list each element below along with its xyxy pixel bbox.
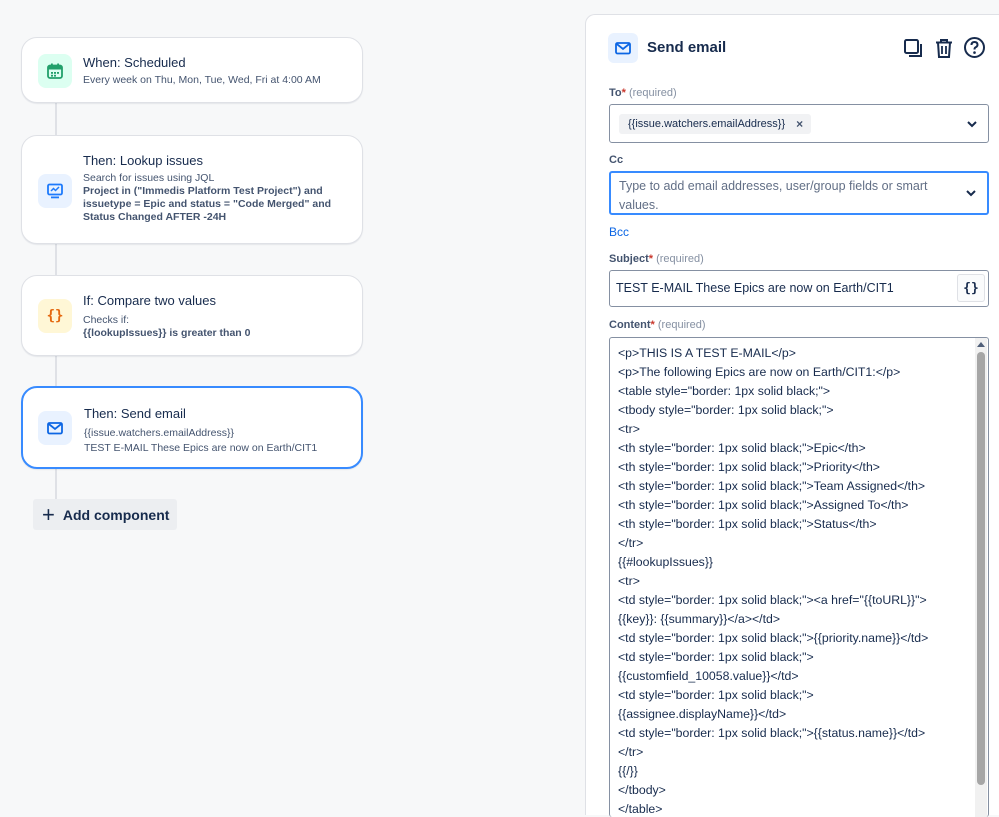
action-title: Then: Send email — [84, 406, 186, 421]
lookup-subtitle: Search for issues using JQL — [83, 172, 215, 184]
panel-title: Send email — [647, 39, 727, 56]
content-label: Content* (required) — [609, 319, 706, 331]
monitor-icon — [38, 174, 72, 208]
content-text: <p>THIS IS A TEST E-MAIL</p> <p>The follo… — [618, 344, 928, 817]
content-line: <td style="border: 1px solid black;"><a … — [618, 593, 927, 607]
content-line: <td style="border: 1px solid black;">{{s… — [618, 726, 926, 740]
required-hint: (required) — [656, 253, 704, 265]
content-line: <td style="border: 1px solid black;">{{p… — [618, 631, 929, 645]
to-label-text: To — [609, 87, 622, 99]
recipient-chip-label: {{issue.watchers.emailAddress}} — [628, 118, 786, 130]
content-line: <td style="border: 1px solid black;"> — [618, 650, 814, 664]
content-line: <th style="border: 1px solid black;">Ass… — [618, 498, 909, 512]
content-line: <th style="border: 1px solid black;">Tea… — [618, 479, 926, 493]
chevron-down-icon[interactable] — [966, 119, 978, 129]
condition-subtitle: Checks if: — [83, 314, 130, 326]
required-hint: (required) — [628, 87, 677, 99]
recipient-chip: {{issue.watchers.emailAddress}} × — [619, 114, 812, 134]
content-line: <tr> — [618, 574, 640, 588]
condition-expression: {{lookupIssues}} is greater than 0 — [83, 327, 251, 339]
content-line: <tr> — [618, 422, 640, 436]
cc-field[interactable]: Type to add email addresses, user/group … — [609, 171, 989, 215]
scrollbar-thumb[interactable] — [977, 352, 985, 785]
content-line: {{customfield_10058.value}}</td> — [618, 669, 799, 683]
remove-chip-icon[interactable]: × — [796, 117, 803, 131]
panel-header: Send email — [608, 33, 989, 65]
trash-icon[interactable] — [931, 35, 956, 60]
flow-connector — [55, 102, 57, 136]
required-mark: * — [648, 253, 654, 265]
content-line: {{key}}: {{summary}}</a></td> — [618, 612, 781, 626]
add-component-button[interactable]: + Add component — [33, 499, 177, 530]
content-line: </table> — [618, 802, 663, 816]
required-hint: (required) — [657, 319, 706, 331]
send-email-panel: Send email To* (required) {{issue.watche… — [585, 14, 999, 817]
content-scrollbar[interactable] — [975, 338, 987, 817]
plus-icon: + — [42, 501, 55, 527]
rule-flow: When: Scheduled Every week on Thu, Mon, … — [0, 0, 560, 815]
cc-placeholder: Type to add email addresses, user/group … — [619, 177, 947, 215]
action-subject: TEST E-MAIL These Epics are now on Earth… — [84, 442, 318, 454]
content-line: </tbody> — [618, 783, 666, 797]
lookup-issues-card[interactable]: Then: Lookup issues Search for issues us… — [21, 135, 363, 244]
panel-actions — [900, 35, 987, 60]
flow-connector — [55, 243, 57, 276]
subject-field[interactable]: TEST E-MAIL These Epics are now on Earth… — [609, 270, 989, 307]
content-line: <th style="border: 1px solid black;">Pri… — [618, 460, 880, 474]
calendar-icon — [38, 54, 72, 88]
smart-value-button[interactable]: {} — [957, 274, 985, 302]
to-label: To* (required) — [609, 87, 677, 99]
content-line: {{/}} — [618, 764, 638, 778]
content-line: </tr> — [618, 745, 644, 759]
condition-title: If: Compare two values — [83, 293, 216, 308]
bcc-link[interactable]: Bcc — [609, 225, 629, 239]
flow-connector — [55, 467, 57, 500]
condition-card[interactable]: {} If: Compare two values Checks if: {{l… — [21, 275, 363, 356]
add-component-label: Add component — [62, 506, 170, 523]
lookup-title: Then: Lookup issues — [83, 153, 203, 168]
content-label-text: Content — [609, 319, 651, 331]
flow-connector — [55, 355, 57, 388]
content-line: <tbody style="border: 1px solid black;"> — [618, 403, 834, 417]
cc-placeholder-line: values. — [619, 198, 659, 212]
content-line: </tr> — [618, 536, 644, 550]
trigger-card[interactable]: When: Scheduled Every week on Thu, Mon, … — [21, 37, 363, 103]
content-textarea[interactable]: <p>THIS IS A TEST E-MAIL</p> <p>The follo… — [609, 337, 989, 817]
content-line: <p>The following Epics are now on Earth/… — [618, 365, 901, 379]
chevron-down-icon[interactable] — [965, 188, 977, 198]
trigger-title: When: Scheduled — [83, 55, 186, 70]
to-field[interactable]: {{issue.watchers.emailAddress}} × — [609, 104, 989, 143]
content-line: <th style="border: 1px solid black;">Epi… — [618, 441, 866, 455]
subject-label-text: Subject — [609, 253, 649, 265]
content-line: <p>THIS IS A TEST E-MAIL</p> — [618, 346, 796, 360]
subject-label: Subject* (required) — [609, 253, 704, 265]
subject-input[interactable]: TEST E-MAIL These Epics are now on Earth… — [616, 281, 894, 295]
content-line: <td style="border: 1px solid black;"> — [618, 688, 814, 702]
jql-line: issuetype = Epic and status = "Code Merg… — [83, 198, 332, 210]
content-line: <table style="border: 1px solid black;"> — [618, 384, 831, 398]
trigger-schedule: Every week on Thu, Mon, Tue, Wed, Fri at… — [83, 74, 321, 86]
duplicate-icon[interactable] — [900, 35, 925, 60]
action-recipient: {{issue.watchers.emailAddress}} — [84, 427, 234, 439]
content-line: <th style="border: 1px solid black;">Sta… — [618, 517, 877, 531]
scroll-up-arrow-icon[interactable] — [977, 342, 985, 347]
jql-line: Project in ("Immedis Platform Test Proje… — [83, 185, 323, 197]
required-mark: * — [650, 319, 655, 331]
cc-label: Cc — [609, 154, 624, 166]
send-email-card[interactable]: Then: Send email {{issue.watchers.emailA… — [21, 386, 363, 469]
braces-icon: {} — [38, 299, 72, 333]
jql-line: Status Changed AFTER -24H — [83, 211, 227, 223]
content-line: {{#lookupIssues}} — [618, 555, 714, 569]
cc-placeholder-line: Type to add email addresses, user/group … — [619, 179, 928, 193]
required-mark: * — [621, 87, 626, 99]
content-line: {{assignee.displayName}}</td> — [618, 707, 787, 721]
mail-icon — [608, 33, 638, 63]
help-icon[interactable] — [962, 35, 987, 60]
mail-icon — [38, 411, 72, 445]
